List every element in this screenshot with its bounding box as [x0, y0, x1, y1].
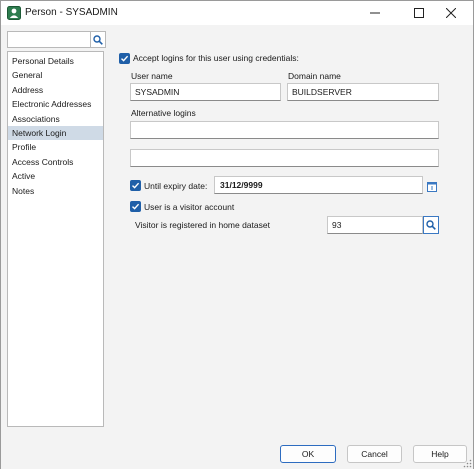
checkmark-icon	[132, 182, 140, 189]
until-expiry-checkbox[interactable]	[130, 180, 141, 191]
visitor-account-label: User is a visitor account	[144, 202, 235, 212]
sidebar-item-network-login[interactable]: Network Login	[8, 125, 103, 141]
checkmark-icon	[132, 203, 140, 210]
close-button[interactable]	[429, 1, 473, 25]
sidebar-item-address[interactable]: Address	[8, 83, 103, 97]
dialog-footer	[1, 437, 473, 469]
sidebar-search-button[interactable]	[91, 31, 106, 48]
home-dataset-lookup-button[interactable]	[423, 216, 439, 234]
sidebar-item-general[interactable]: General	[8, 68, 103, 82]
sidebar-item-notes[interactable]: Notes	[8, 184, 103, 198]
sidebar-item-active[interactable]: Active	[8, 169, 103, 183]
calendar-button[interactable]	[425, 178, 439, 194]
alternative-login-field-1[interactable]	[130, 121, 439, 139]
expiry-date-field[interactable]: 31/12/9999	[214, 176, 423, 194]
home-dataset-label: Visitor is registered in home dataset	[135, 220, 270, 230]
sidebar-item-electronic-addresses[interactable]: Electronic Addresses	[8, 97, 103, 111]
maximize-icon	[414, 8, 424, 18]
network-login-panel	[112, 45, 457, 427]
ok-button[interactable]: OK	[280, 445, 336, 463]
close-icon	[446, 8, 456, 18]
user-name-field[interactable]: SYSADMIN	[130, 83, 281, 101]
minimize-icon	[370, 12, 380, 14]
title-bar: Person - SYSADMIN	[1, 1, 473, 25]
search-icon	[93, 34, 103, 45]
window-title: Person - SYSADMIN	[25, 7, 118, 18]
accept-logins-checkbox[interactable]	[119, 53, 130, 64]
minimize-button[interactable]	[353, 1, 397, 25]
domain-name-label: Domain name	[288, 71, 341, 81]
sidebar-item-personal-details[interactable]: Personal Details	[8, 54, 103, 68]
user-name-label: User name	[131, 71, 173, 81]
accept-logins-label: Accept logins for this user using creden…	[133, 53, 299, 63]
until-expiry-label: Until expiry date:	[144, 181, 208, 191]
cancel-button[interactable]: Cancel	[347, 445, 402, 463]
alternative-login-field-2[interactable]	[130, 149, 439, 167]
sidebar-item-associations[interactable]: Associations	[8, 112, 103, 126]
sidebar-item-access-controls[interactable]: Access Controls	[8, 155, 103, 169]
domain-name-field[interactable]: BUILDSERVER	[287, 83, 439, 101]
sidebar-item-profile[interactable]: Profile	[8, 140, 103, 154]
visitor-account-checkbox[interactable]	[130, 201, 141, 212]
sidebar-search-input[interactable]	[7, 31, 91, 48]
person-dialog: Person - SYSADMIN Personal Details Gener…	[0, 0, 474, 469]
person-app-icon	[7, 6, 21, 20]
sidebar-nav: Personal Details General Address Electro…	[7, 51, 104, 427]
calendar-icon	[427, 181, 437, 192]
search-icon	[426, 220, 436, 230]
resize-grip-icon[interactable]	[463, 459, 472, 468]
help-button[interactable]: Help	[413, 445, 467, 463]
alternative-logins-label: Alternative logins	[131, 108, 196, 118]
checkmark-icon	[121, 55, 129, 62]
home-dataset-field[interactable]: 93	[327, 216, 423, 234]
